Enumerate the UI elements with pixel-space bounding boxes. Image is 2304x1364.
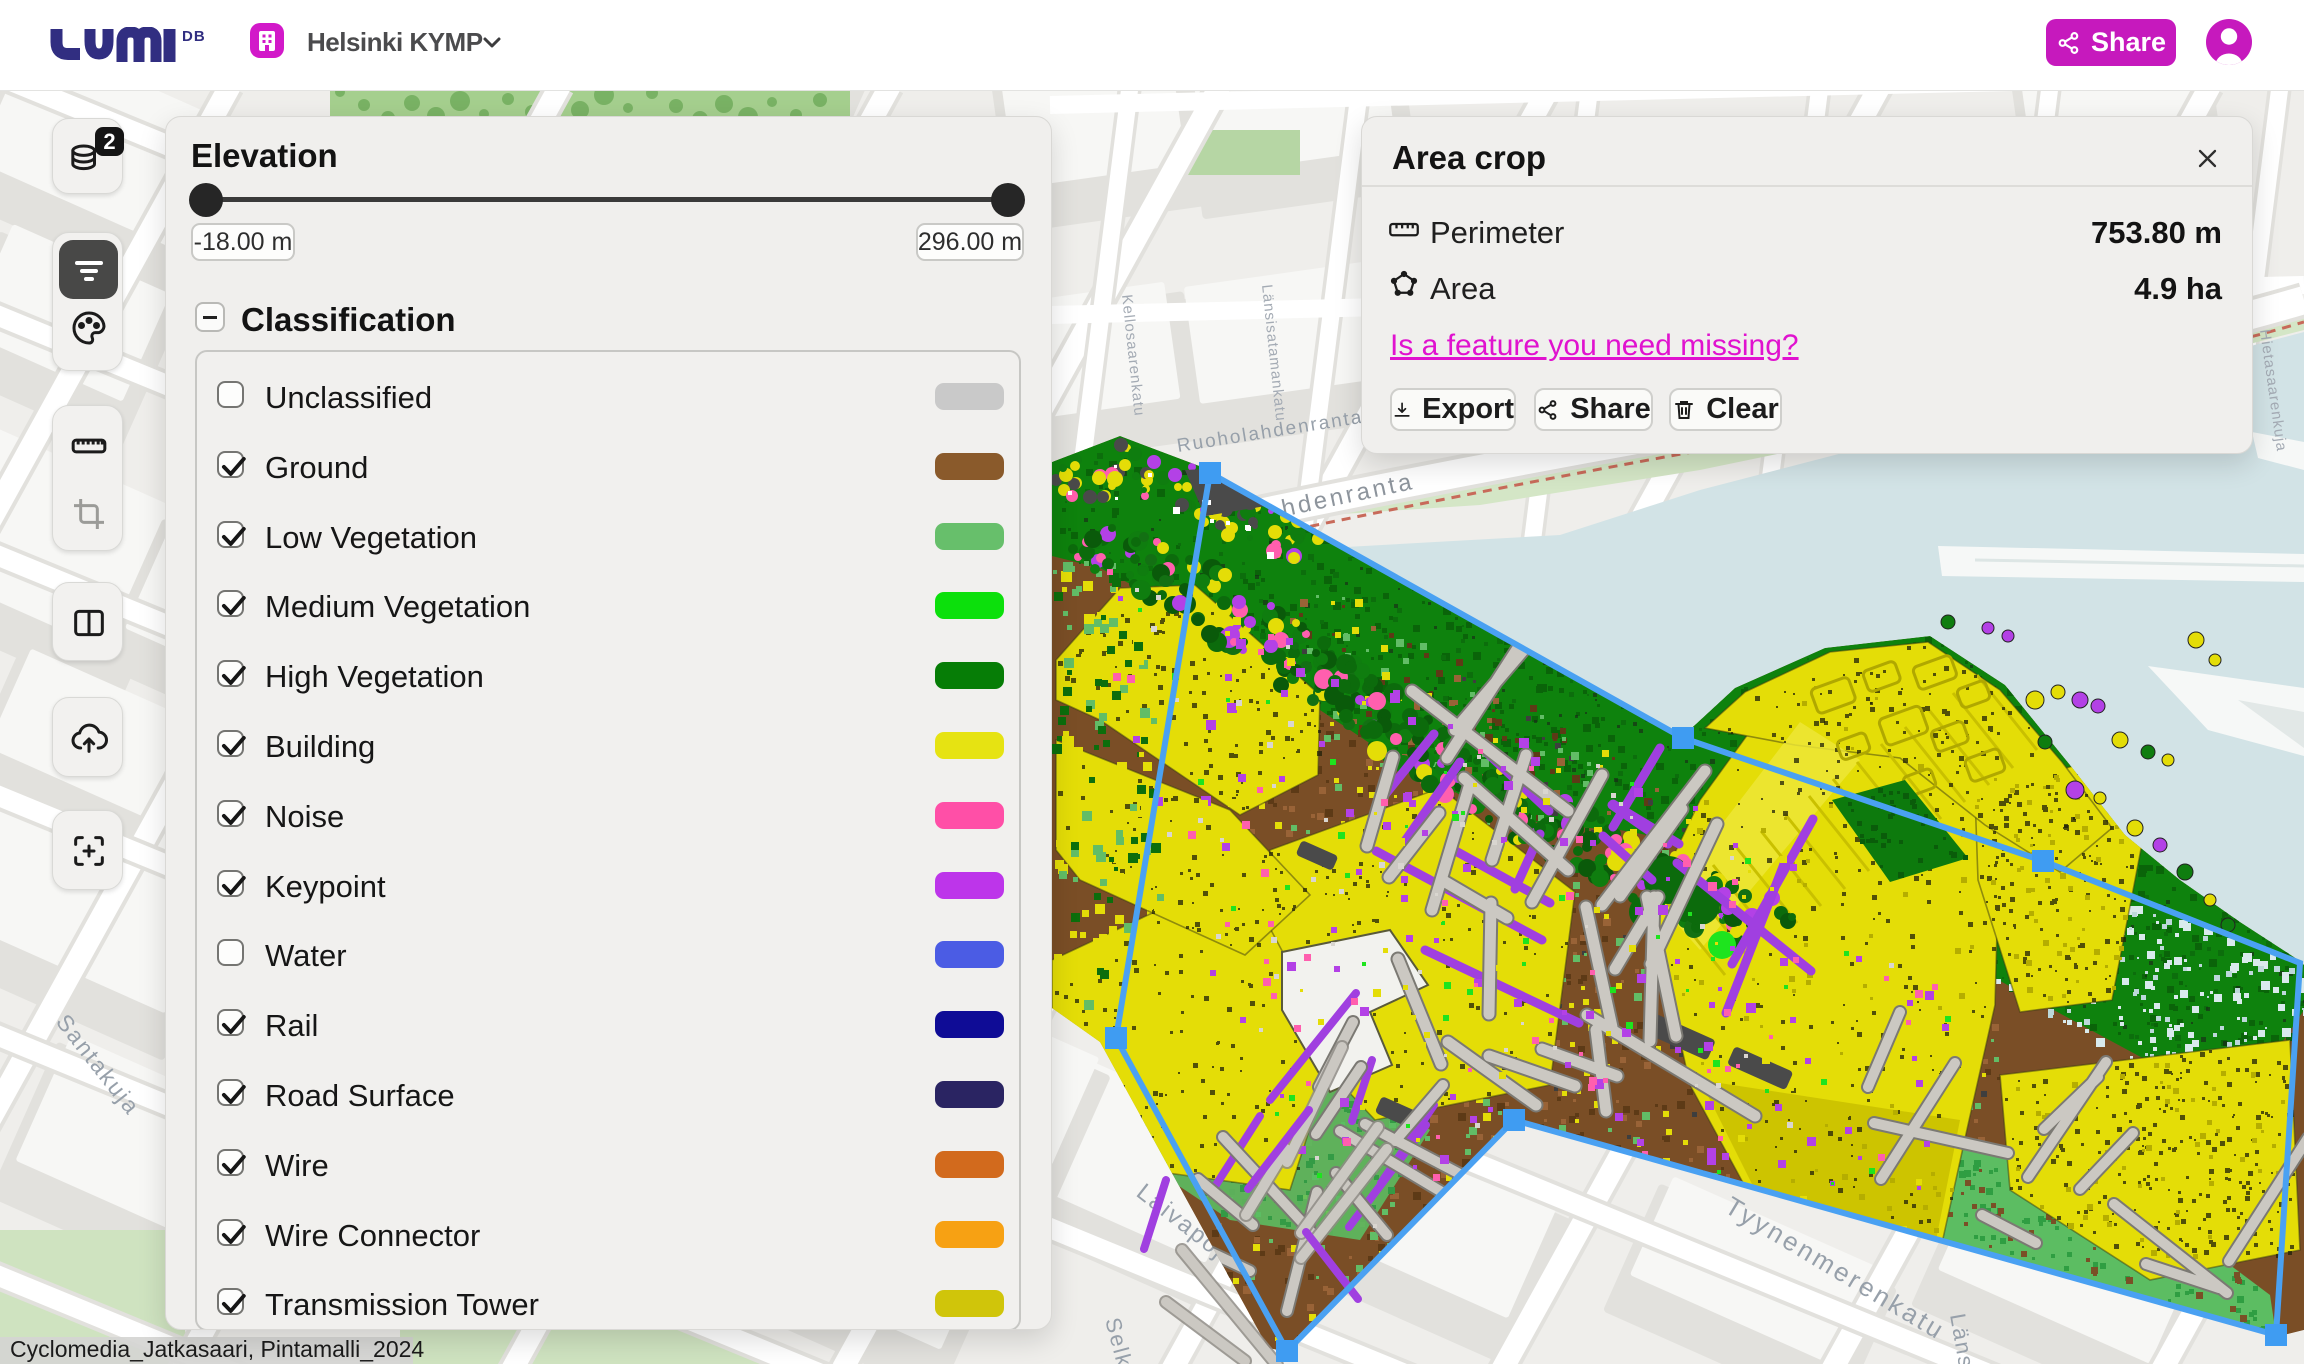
svg-text:DB: DB [182,28,206,45]
